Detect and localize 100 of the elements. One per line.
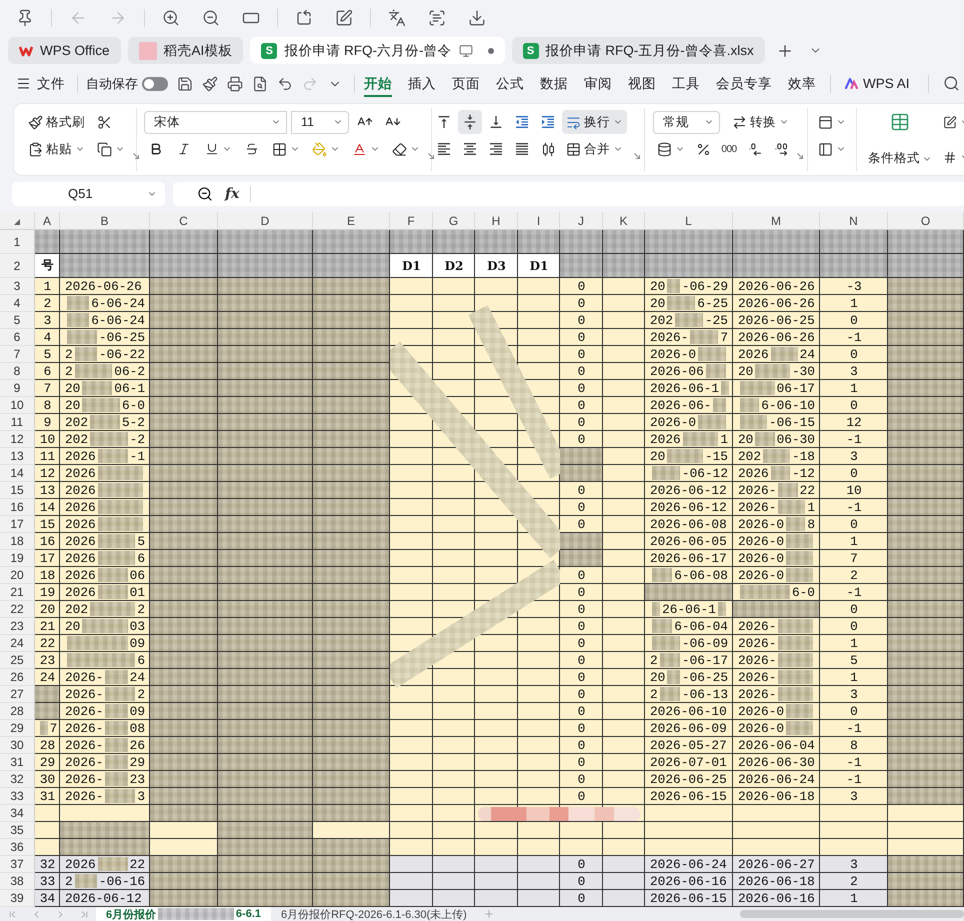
bold-icon: [149, 142, 163, 156]
conditional-format-button[interactable]: 条件格式: [861, 108, 939, 171]
ribbon-tab[interactable]: 公式: [488, 66, 532, 101]
autosave-switch[interactable]: [142, 76, 168, 90]
cell-text: 5: [137, 534, 145, 548]
eraser-icon: [392, 142, 407, 156]
cell-text: 2026: [65, 534, 96, 548]
redaction-block: [518, 230, 560, 254]
merge-button[interactable]: 合并: [562, 137, 627, 161]
dialog-launcher-icon[interactable]: [133, 153, 139, 159]
cell-text: 2026-06: [650, 364, 704, 378]
redaction-block: [90, 415, 120, 429]
row-header: 26: [0, 669, 35, 686]
thousands-button[interactable]: 000: [717, 137, 741, 161]
vertical-align-button[interactable]: [458, 110, 482, 134]
redaction-block: [90, 602, 136, 616]
cell-text: 2026-: [738, 500, 776, 514]
row-header: 4: [0, 295, 35, 312]
row-header: 19: [0, 550, 35, 567]
horizontal-scrollbar[interactable]: [740, 910, 964, 918]
dialog-launcher-icon[interactable]: [428, 153, 434, 159]
document-tab[interactable]: WPS Office: [8, 37, 121, 64]
ribbon-tab[interactable]: 数据: [532, 66, 576, 101]
redaction-block: [105, 755, 128, 769]
redaction-block: [82, 398, 120, 412]
document-tab[interactable]: 稻壳AI模板: [128, 37, 244, 64]
formula-input[interactable]: [250, 182, 964, 206]
edit-icon: [943, 114, 957, 130]
merge-cells-icon: [566, 142, 581, 156]
row-header: 7: [0, 346, 35, 363]
cell-text: 2026: [65, 550, 96, 566]
redaction-block: [150, 254, 218, 278]
cell-text: 2: [137, 686, 145, 702]
cell-text: 8: [807, 516, 815, 532]
cell-text: 5-2: [122, 414, 145, 430]
redaction-block: [755, 364, 790, 378]
file-menu[interactable]: 文件: [12, 70, 69, 96]
ribbon-tab[interactable]: 会员专享: [708, 66, 780, 101]
cell-text: 20: [65, 618, 80, 634]
ribbon-tab[interactable]: 视图: [620, 66, 664, 101]
dialog-launcher-icon[interactable]: [634, 153, 640, 159]
redaction-block: [105, 670, 128, 684]
number-format-select[interactable]: 常规: [653, 110, 720, 134]
wrap-text-button[interactable]: 换行: [562, 110, 627, 134]
ribbon-tab[interactable]: 开始: [356, 66, 400, 101]
cell-text: 6-06-10: [761, 398, 815, 412]
ribbon-tab[interactable]: 插入: [400, 66, 444, 101]
convert-button[interactable]: 转换: [728, 110, 793, 134]
cell-text: -06-13: [682, 686, 728, 702]
size-select[interactable]: 11: [291, 110, 349, 134]
logo-icon: [19, 44, 33, 56]
redaction-block: [98, 517, 143, 531]
name-box[interactable]: Q51: [12, 182, 165, 206]
justify-icon: [514, 141, 530, 157]
font-select[interactable]: 宋体: [144, 110, 287, 134]
document-tab[interactable]: S 报价申请 RFQ-六月份-曾令: [250, 37, 505, 64]
redaction-block: [682, 432, 718, 446]
cell-text: -06-12: [682, 466, 728, 480]
sheet-tab[interactable]: 6月份报价 6-6.1: [96, 907, 271, 921]
ribbon-tab[interactable]: 工具: [664, 66, 708, 101]
row-header: 24: [0, 635, 35, 652]
redaction-block: [820, 230, 888, 254]
cell-text: 22: [800, 482, 815, 498]
paste-button[interactable]: 粘贴: [24, 137, 89, 161]
redaction-block: [652, 568, 672, 582]
cell-text: 2026-: [738, 618, 776, 634]
redaction-block: [770, 347, 798, 361]
cell-text: 2026: [65, 448, 96, 464]
ai-button[interactable]: WPS AI: [841, 70, 914, 96]
cell-text: 09: [130, 704, 145, 718]
dialog-launcher-icon[interactable]: [797, 153, 803, 159]
format-painter-button[interactable]: 格式刷: [24, 110, 89, 134]
cell-text: 6-0: [792, 584, 815, 600]
row-header: 21: [0, 584, 35, 601]
table-grid-icon: [890, 112, 910, 132]
indent-increase-icon: [540, 114, 556, 130]
cell-text: 2026: [65, 516, 96, 532]
ribbon-tab[interactable]: 审阅: [576, 66, 620, 101]
italic-icon: [177, 142, 191, 156]
swap-arrows-icon: [732, 114, 747, 130]
redaction-block: [740, 415, 767, 429]
row-header: 12: [0, 431, 35, 448]
redaction-block: [560, 254, 603, 278]
select-all-icon[interactable]: [14, 219, 20, 225]
sheet-tab[interactable]: 6月份报价RFQ-2026-6.1-6.30(未上传): [271, 907, 477, 921]
ribbon-tab[interactable]: 效率: [780, 66, 824, 101]
cell-text: 202: [738, 448, 762, 464]
function-button[interactable]: fx: [225, 186, 240, 202]
redaction-block: [740, 585, 790, 599]
redaction-block: [786, 568, 813, 582]
redaction-block: [778, 636, 813, 650]
translate-icon: [388, 8, 406, 26]
redaction-block: [105, 704, 128, 718]
cell-text: -12: [792, 466, 815, 480]
cell-text: -06-29: [682, 278, 728, 294]
redaction-block: [105, 738, 128, 752]
document-tab[interactable]: S 报价申请 RFQ-五月份-曾令喜.xlsx: [512, 37, 765, 64]
cell-text: 2026-: [65, 720, 104, 736]
row-header: 2: [0, 254, 35, 278]
ribbon-tab[interactable]: 页面: [444, 66, 488, 101]
